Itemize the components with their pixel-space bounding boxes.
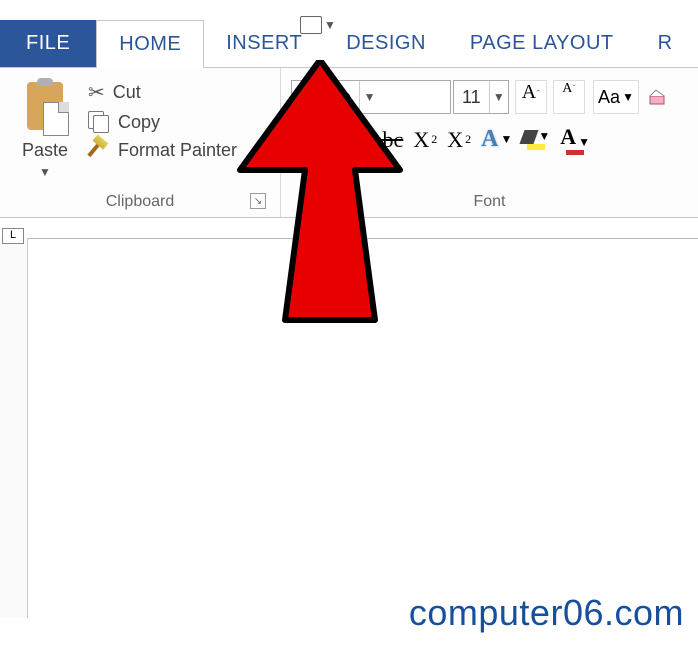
qat-dropdown-icon[interactable]: ▼ <box>324 18 336 32</box>
tab-references-cut[interactable]: R <box>636 20 695 67</box>
copy-button[interactable]: Copy <box>88 111 237 133</box>
font-name-combo[interactable]: ew Ro ▼ <box>291 80 451 114</box>
tab-page-layout[interactable]: PAGE LAYOUT <box>448 20 636 67</box>
paste-icon <box>21 78 69 136</box>
cut-button[interactable]: ✂ Cut <box>88 80 237 105</box>
chevron-down-icon: ▼ <box>622 90 634 104</box>
ribbon-tabs: FILE HOME INSERT DESIGN PAGE LAYOUT R <box>0 20 698 68</box>
format-painter-label: Format Painter <box>118 140 237 161</box>
chevron-down-icon: ▼ <box>351 132 363 147</box>
group-font: ew Ro ▼ 11 ▼ Aˆ Aˇ Aa▼ <box>280 68 698 217</box>
chevron-down-icon: ▼ <box>538 129 550 144</box>
font-size-combo[interactable]: 11 ▼ <box>453 80 509 114</box>
group-font-label: Font <box>291 189 688 215</box>
vertical-ruler: L <box>0 238 28 618</box>
change-case-button[interactable]: Aa▼ <box>593 80 639 114</box>
subscript-button[interactable]: X2 <box>413 127 437 153</box>
highlighter-icon <box>520 130 539 144</box>
group-clipboard: Paste ▼ ✂ Cut Copy Format Painter <box>0 68 280 217</box>
ribbon-home: Paste ▼ ✂ Cut Copy Format Painter <box>0 68 698 218</box>
text-effects-button[interactable]: A▼ <box>481 126 512 153</box>
chevron-down-icon: ▼ <box>500 132 512 147</box>
tab-design[interactable]: DESIGN <box>324 20 448 67</box>
font-name-dropdown-icon[interactable]: ▼ <box>359 81 379 113</box>
strikethrough-button[interactable]: abc <box>373 127 404 153</box>
grow-font-button[interactable]: Aˆ <box>515 80 547 114</box>
chevron-down-icon: ▼ <box>578 135 590 150</box>
ruler-corner: L <box>2 228 24 244</box>
highlight-button[interactable]: ▼ <box>522 129 550 150</box>
group-clipboard-label: Clipboard ↘ <box>10 189 270 215</box>
copy-label: Copy <box>118 112 160 133</box>
paste-dropdown-icon[interactable]: ▼ <box>39 165 51 179</box>
shrink-font-button[interactable]: Aˇ <box>553 80 585 114</box>
copy-icon <box>88 111 110 133</box>
cut-label: Cut <box>113 82 141 103</box>
tab-file[interactable]: FILE <box>0 20 96 67</box>
font-color-button[interactable]: A▼ <box>560 124 590 155</box>
font-size-dropdown-icon[interactable]: ▼ <box>489 81 508 113</box>
document-area[interactable] <box>28 238 698 648</box>
tab-home[interactable]: HOME <box>96 20 204 67</box>
app-window: { "tabs": { "file": "FILE", "home": "HOM… <box>0 20 698 648</box>
underline-button[interactable]: U▼ <box>333 127 363 153</box>
font-size-value: 11 <box>454 87 489 108</box>
brush-icon <box>84 135 115 166</box>
format-painter-button[interactable]: Format Painter <box>88 139 237 161</box>
print-preview-icon[interactable] <box>300 16 322 34</box>
scissors-icon: ✂ <box>88 80 105 105</box>
font-name-value: ew Ro <box>292 87 359 108</box>
quick-access-toolbar: ▼ <box>300 16 336 34</box>
bold-button[interactable]: B <box>291 127 306 153</box>
clipboard-launcher-icon[interactable]: ↘ <box>250 193 266 209</box>
italic-button[interactable]: I <box>316 127 323 153</box>
paste-label: Paste <box>22 140 68 161</box>
paste-button[interactable]: Paste ▼ <box>10 74 80 189</box>
clear-formatting-button[interactable] <box>641 80 673 114</box>
eraser-icon <box>646 86 668 108</box>
superscript-button[interactable]: X2 <box>447 127 471 153</box>
